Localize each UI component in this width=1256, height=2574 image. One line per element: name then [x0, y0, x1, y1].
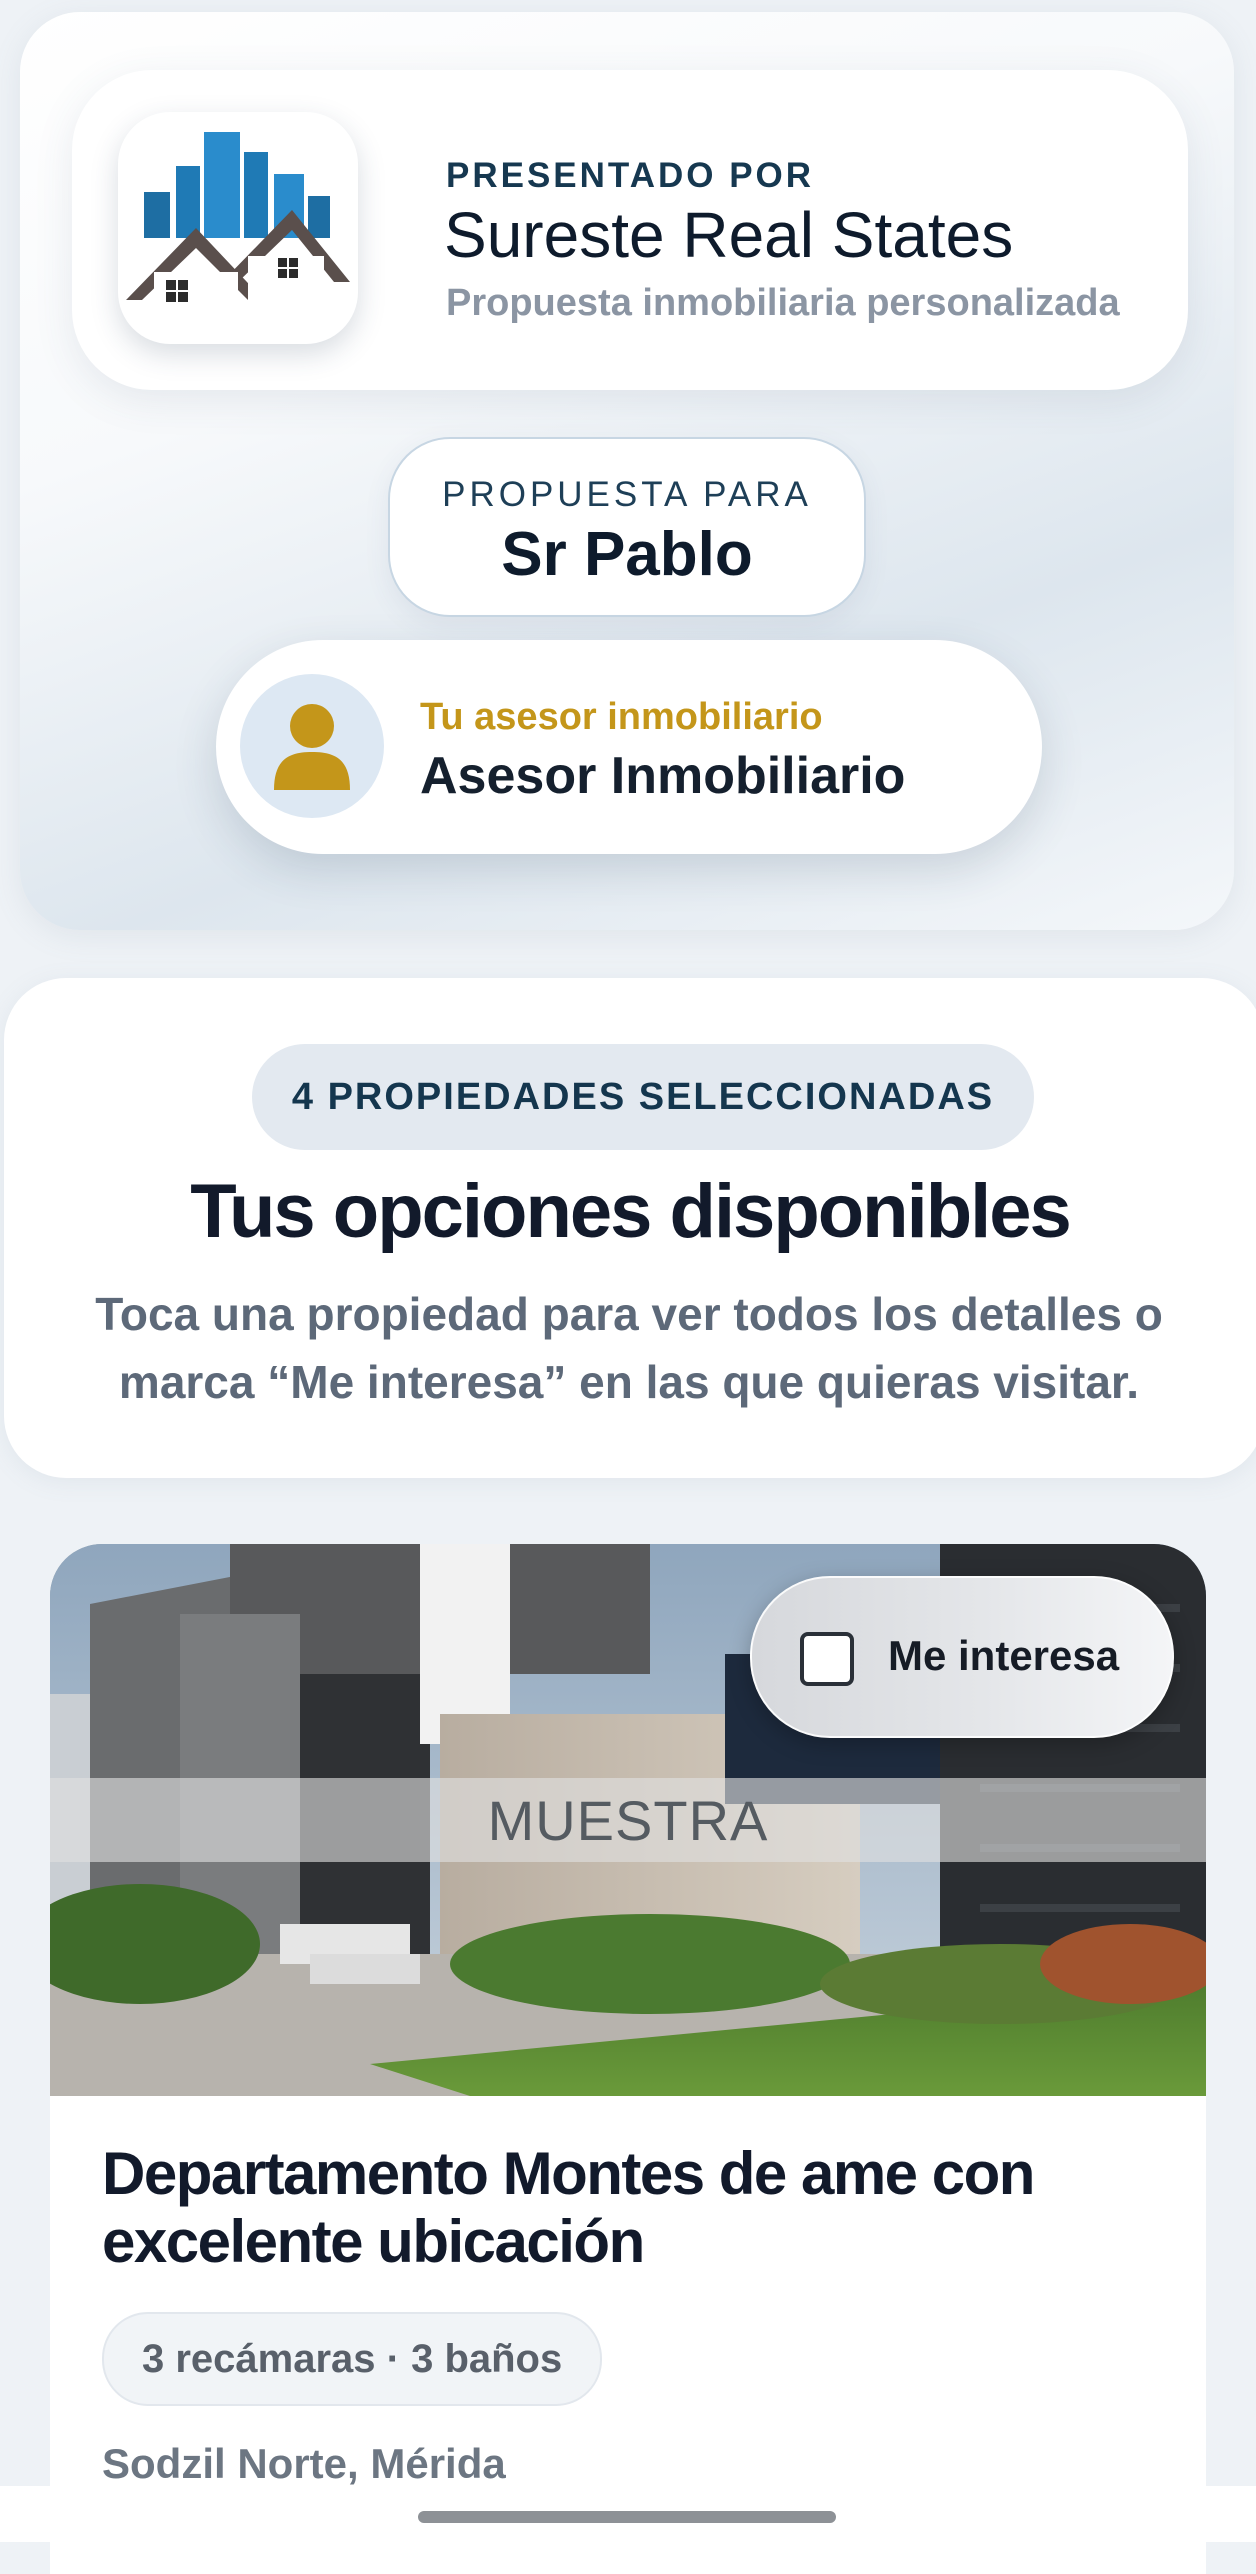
company-tagline: Propuesta inmobiliaria personalizada — [446, 282, 1120, 324]
client-name: Sr Pablo — [501, 520, 753, 589]
property-location: Sodzil Norte, Mérida — [102, 2440, 506, 2487]
me-interesa-toggle[interactable]: Me interesa — [750, 1576, 1174, 1738]
interest-label: Me interesa — [888, 1632, 1120, 1679]
person-icon — [274, 704, 350, 790]
advisor-card[interactable]: Tu asesor inmobiliario Asesor Inmobiliar… — [216, 640, 1042, 854]
proposal-recipient-card: PROPUESTA PARA Sr Pablo — [388, 437, 866, 617]
advisor-name: Asesor Inmobiliario — [420, 747, 906, 805]
company-logo — [118, 112, 358, 344]
advisor-role: Tu asesor inmobiliario — [420, 696, 823, 738]
property-photo[interactable]: MUESTRA Me interesa — [50, 1544, 1206, 2096]
hero-card: PRESENTADO POR Sureste Real States Propu… — [20, 12, 1234, 930]
watermark-text: MUESTRA — [487, 1789, 769, 1852]
property-card[interactable]: MUESTRA Me interesa Departamento Montes … — [50, 1544, 1206, 2574]
property-specs-chip: 3 recámaras · 3 baños — [102, 2312, 603, 2406]
presented-by-label: PRESENTADO POR — [446, 156, 815, 195]
interest-checkbox[interactable] — [800, 1632, 854, 1686]
options-title: Tus opciones disponibles — [190, 1169, 1072, 1254]
property-count-badge: 4 PROPIEDADES SELECCIONADAS — [252, 1044, 1034, 1150]
options-instructions: Toca una propiedad para ver todos los de… — [95, 1288, 1163, 1408]
company-name: Sureste Real States — [444, 199, 1014, 271]
home-indicator[interactable] — [418, 2511, 836, 2523]
property-title: Departamento Montes de ame con excelente… — [102, 2140, 1035, 2275]
buildings-houses-logo-icon — [126, 132, 350, 316]
proposal-for-label: PROPUESTA PARA — [442, 475, 812, 514]
options-section: 4 PROPIEDADES SELECCIONADAS Tus opciones… — [4, 978, 1256, 1478]
brand-card: PRESENTADO POR Sureste Real States Propu… — [72, 70, 1188, 390]
avatar — [240, 674, 384, 818]
